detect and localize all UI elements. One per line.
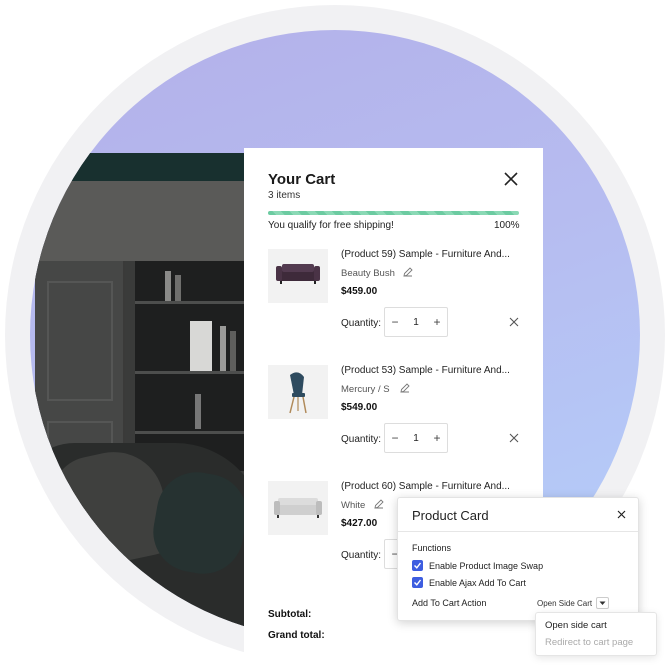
dropdown-option-redirect-to-cart[interactable]: Redirect to cart page: [545, 637, 633, 648]
plus-icon[interactable]: +: [427, 315, 447, 329]
checkbox[interactable]: [412, 577, 423, 588]
cart-title: Your Cart: [268, 171, 336, 188]
remove-item-icon[interactable]: [509, 433, 519, 443]
add-to-cart-action-dropdown: Open side cart Redirect to cart page: [535, 612, 657, 656]
checkbox[interactable]: [412, 560, 423, 571]
quantity-stepper: − 1 +: [384, 307, 448, 337]
product-name[interactable]: (Product 59) Sample - Furniture And...: [341, 249, 510, 260]
product-variant: Beauty Bush: [341, 268, 395, 279]
close-icon[interactable]: [617, 510, 626, 519]
remove-item-icon[interactable]: [509, 317, 519, 327]
product-name[interactable]: (Product 60) Sample - Furniture And...: [341, 481, 510, 492]
add-to-cart-action-label: Add To Cart Action: [412, 598, 487, 608]
cart-item: (Product 59) Sample - Furniture And... B…: [268, 249, 528, 359]
check-icon: [414, 579, 422, 586]
quantity-label: Quantity:: [341, 434, 382, 445]
product-variant: White: [341, 500, 366, 511]
minus-icon[interactable]: −: [385, 431, 405, 445]
product-variant: Mercury / S: [341, 384, 390, 395]
subtotal-label: Subtotal:: [268, 609, 312, 620]
product-price: $427.00: [341, 518, 378, 529]
product-thumbnail[interactable]: [268, 365, 328, 419]
quantity-value[interactable]: 1: [405, 317, 427, 328]
option-ajax-add-to-cart[interactable]: Enable Ajax Add To Cart: [412, 577, 526, 588]
close-icon[interactable]: [503, 171, 519, 187]
select-value: Open Side Cart: [537, 598, 593, 608]
quantity-stepper: − 1 +: [384, 423, 448, 453]
edit-icon[interactable]: [374, 499, 384, 509]
free-shipping-percent: 100%: [494, 220, 520, 231]
product-card-settings-popover: Product Card Functions Enable Product Im…: [397, 497, 639, 621]
dropdown-option-open-side-cart[interactable]: Open side cart: [545, 620, 607, 631]
product-price: $459.00: [341, 286, 378, 297]
edit-icon[interactable]: [403, 267, 413, 277]
chevron-down-icon[interactable]: [596, 597, 610, 609]
option-label: Enable Product Image Swap: [429, 560, 544, 571]
free-shipping-progress-bar: [268, 211, 519, 215]
product-price: $549.00: [341, 402, 378, 413]
section-heading: Functions: [412, 543, 452, 553]
option-image-swap[interactable]: Enable Product Image Swap: [412, 560, 543, 571]
bookshelf-image: [135, 261, 245, 471]
popover-title: Product Card: [412, 508, 489, 523]
product-thumbnail[interactable]: [268, 249, 328, 303]
plus-icon[interactable]: +: [427, 431, 447, 445]
option-label: Enable Ajax Add To Cart: [429, 577, 526, 588]
add-to-cart-action-select[interactable]: Open Side Cart: [537, 597, 610, 609]
store-header-bar: [35, 153, 250, 181]
cart-item-count: 3 items: [268, 190, 301, 201]
quantity-label: Quantity:: [341, 550, 382, 561]
product-thumbnail[interactable]: [268, 481, 328, 535]
cart-item: (Product 53) Sample - Furniture And... M…: [268, 365, 528, 475]
quantity-value[interactable]: 1: [405, 433, 427, 444]
check-icon: [414, 562, 422, 569]
free-shipping-message: You qualify for free shipping!: [268, 220, 394, 231]
minus-icon[interactable]: −: [385, 315, 405, 329]
quantity-label: Quantity:: [341, 318, 382, 329]
product-name[interactable]: (Product 53) Sample - Furniture And...: [341, 365, 510, 376]
grand-total-label: Grand total:: [268, 630, 325, 641]
edit-icon[interactable]: [400, 383, 410, 393]
storefront-background: [35, 153, 250, 640]
